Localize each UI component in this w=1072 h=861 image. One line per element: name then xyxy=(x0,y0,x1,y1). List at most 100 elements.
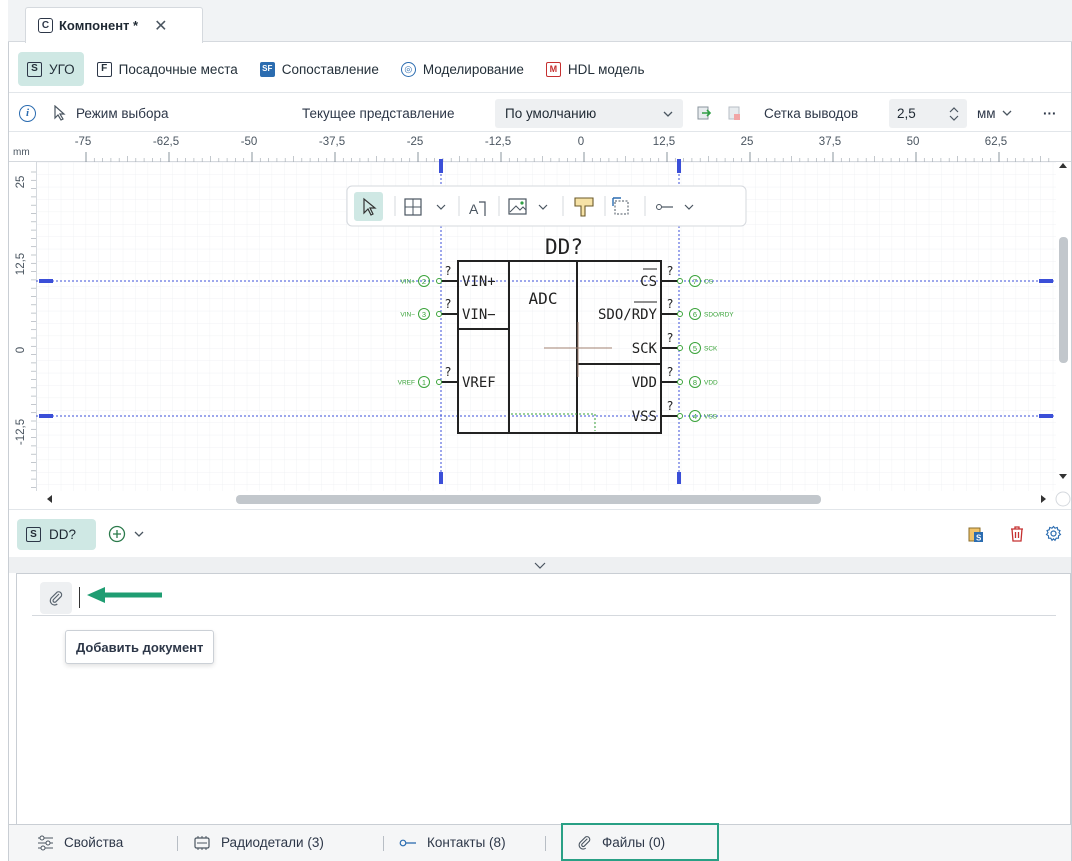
tab-separator xyxy=(383,836,384,851)
hdl-icon: M xyxy=(545,61,561,77)
pin-grid-value: 2,5 xyxy=(897,106,916,121)
pin-net-label: VSS xyxy=(704,414,718,421)
tab-label: Сопоставление xyxy=(281,61,379,77)
chevron-down-icon xyxy=(534,562,546,569)
pin-net-label: SCK xyxy=(704,346,718,353)
select-mode-button[interactable]: Режим выбора xyxy=(53,93,169,133)
simulation-icon: ◎ xyxy=(400,61,416,77)
schematic-canvas[interactable]: -75 -62,5 -50 -37,5 -25 -12,5 0 12,5 25 37,5 50 62,… xyxy=(9,132,1071,508)
close-icon[interactable]: ✕ xyxy=(154,16,167,36)
add-symbol-button[interactable] xyxy=(108,525,144,543)
delete-button[interactable] xyxy=(1009,525,1025,546)
current-view-select[interactable]: По умолчанию xyxy=(495,99,683,128)
delete-view-button[interactable] xyxy=(726,93,742,133)
tab-contacts[interactable]: Контакты (8) xyxy=(399,825,506,860)
tab-files[interactable]: Файлы (0) xyxy=(561,823,719,861)
pin-grid-input[interactable]: 2,5 xyxy=(889,99,967,128)
ruler-x-label: 37,5 xyxy=(819,136,841,148)
chip-label: DD? xyxy=(49,527,77,542)
document-tab-title: Компонент * xyxy=(59,18,139,33)
symbol-icon: S xyxy=(27,61,42,77)
pin-grid-label: Сетка выводов xyxy=(764,105,859,121)
pin-number: 6 xyxy=(693,310,697,319)
paperclip-icon xyxy=(49,591,63,606)
info-button[interactable]: i xyxy=(19,93,36,133)
tab-hdl-model[interactable]: M HDL модель xyxy=(537,52,654,86)
selected-symbol-chip[interactable]: S DD? xyxy=(17,519,96,550)
mapping-icon: SF xyxy=(259,61,275,77)
tab-mapping[interactable]: SF Сопоставление xyxy=(251,52,388,86)
ruler-x-label: -25 xyxy=(407,136,424,148)
tab-footprints[interactable]: F Посадочные места xyxy=(88,52,247,86)
unit-value: мм xyxy=(977,105,996,121)
delete-view-icon xyxy=(728,106,740,120)
pin-number: 3 xyxy=(422,310,426,319)
add-document-button[interactable] xyxy=(40,582,72,614)
chevron-down-icon xyxy=(1002,110,1012,116)
select-mode-label: Режим выбора xyxy=(76,105,169,121)
panel-collapse-bar[interactable] xyxy=(9,557,1071,573)
pin-question-mark: ? xyxy=(666,297,673,311)
tab-properties[interactable]: Свойства xyxy=(37,825,123,860)
pin-name: VIN+ xyxy=(462,274,496,290)
chip-icon xyxy=(194,835,210,850)
ruler-x-label: 50 xyxy=(907,136,920,148)
editor-toolbar: i Режим выбора Текущее представление По … xyxy=(9,92,1071,132)
pin-number: 8 xyxy=(693,378,697,387)
pin-number: 2 xyxy=(422,277,426,286)
pin-icon xyxy=(399,839,416,846)
export-view-button[interactable] xyxy=(696,93,712,133)
pin-number: 7 xyxy=(693,277,697,286)
horizontal-scroll-thumb[interactable] xyxy=(236,495,821,504)
ruler-x-label: -75 xyxy=(75,136,92,148)
tab-simulation[interactable]: ◎ Моделирование xyxy=(392,52,533,86)
select-tool-button[interactable] xyxy=(354,192,383,221)
unit-select[interactable]: мм xyxy=(977,93,1012,133)
pin-net-label: VIN+ xyxy=(400,279,415,286)
gear-icon xyxy=(1045,525,1062,542)
pin-name: VDD xyxy=(632,375,657,391)
pin-question-mark: ? xyxy=(666,264,673,278)
ruler-y-label: -12,5 xyxy=(15,419,27,445)
designator-label: DD? xyxy=(545,235,583,259)
document-tab-bar: C Компонент * ✕ xyxy=(8,0,1072,43)
block-label: ADC xyxy=(529,289,558,308)
document-tab[interactable]: C Компонент * ✕ xyxy=(25,7,203,43)
pin-net-label: SDO/RDY xyxy=(704,312,734,319)
highlight-arrow xyxy=(87,587,162,603)
tab-separator xyxy=(177,836,178,851)
add-document-tooltip: Добавить документ xyxy=(65,630,215,664)
text-icon: A xyxy=(469,201,479,217)
pin-question-mark: ? xyxy=(666,399,673,413)
stepper-icon[interactable] xyxy=(949,106,959,121)
info-icon: i xyxy=(19,104,36,122)
paste-button[interactable]: S xyxy=(967,525,985,546)
tab-label: УГО xyxy=(49,61,75,77)
files-panel: Добавить документ xyxy=(16,573,1071,824)
ruler-x-label: 25 xyxy=(741,136,754,148)
pin-number: 5 xyxy=(693,344,697,353)
ruler-y-label: 0 xyxy=(15,347,27,353)
settings-button[interactable] xyxy=(1045,525,1062,545)
pin-net-label: VIN− xyxy=(400,312,415,319)
canvas-svg[interactable]: -75 -62,5 -50 -37,5 -25 -12,5 0 12,5 25 37,5 50 62,… xyxy=(9,132,1071,508)
tab-ugo[interactable]: S УГО xyxy=(18,52,84,86)
export-icon xyxy=(697,106,712,120)
selection-bar: S DD? S xyxy=(9,509,1071,557)
panel-divider xyxy=(32,615,1056,616)
vertical-scroll-thumb[interactable] xyxy=(1059,237,1068,363)
pin-name: SDO/RDY xyxy=(598,307,658,323)
chevron-down-icon xyxy=(663,111,673,117)
pin-name: VSS xyxy=(632,409,657,425)
tab-radio-parts[interactable]: Радиодетали (3) xyxy=(193,825,324,860)
pin-question-mark: ? xyxy=(444,297,451,311)
tab-label: Свойства xyxy=(64,835,124,850)
tab-label: HDL модель xyxy=(567,61,645,77)
pin-number: 1 xyxy=(422,378,426,387)
pin-number: 4 xyxy=(693,412,697,421)
tab-separator xyxy=(545,836,546,851)
more-icon[interactable]: ··· xyxy=(1043,93,1057,133)
ruler-x-label: -50 xyxy=(241,136,258,148)
ruler-x-label: 0 xyxy=(578,136,584,148)
tab-label: Файлы (0) xyxy=(602,834,666,850)
